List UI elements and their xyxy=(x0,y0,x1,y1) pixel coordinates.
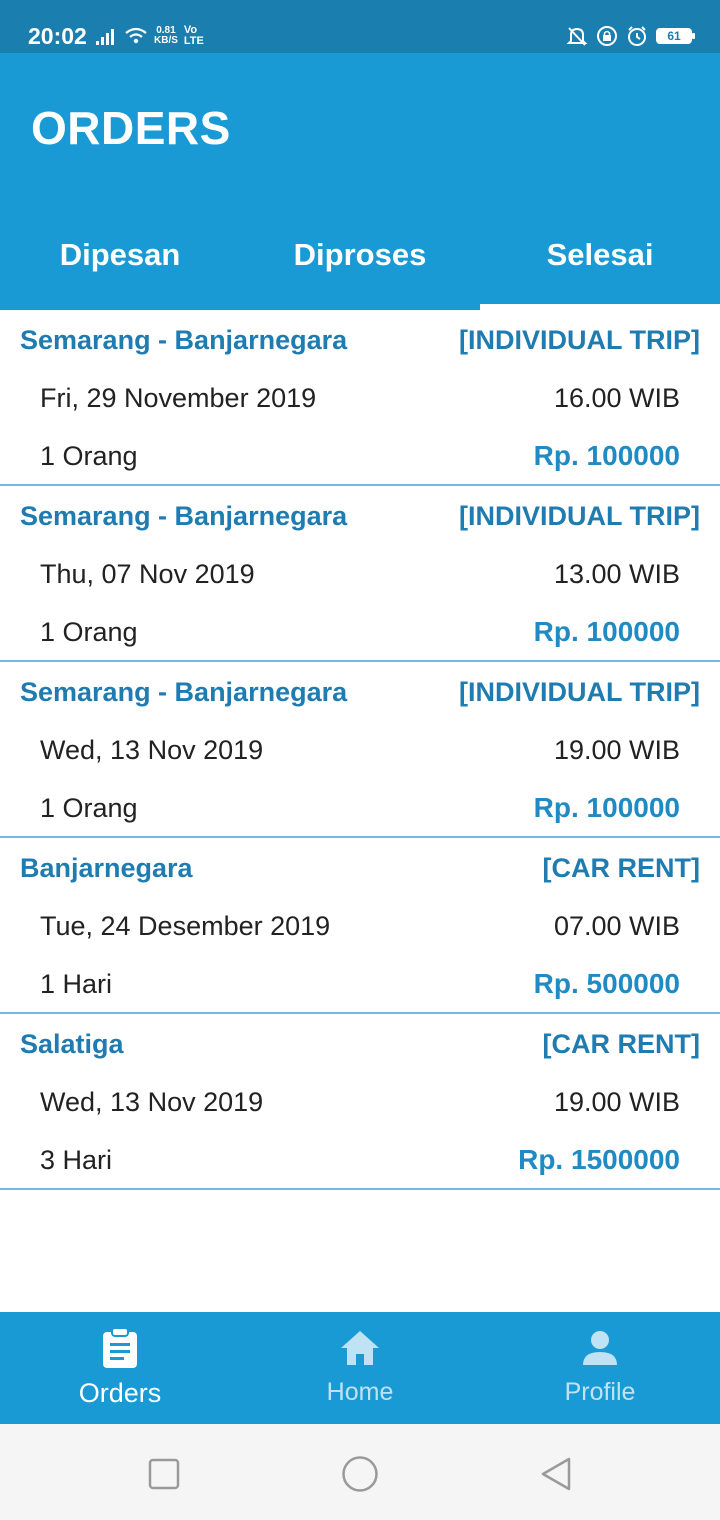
order-quantity: 1 Orang xyxy=(40,616,138,647)
order-type: [INDIVIDUAL TRIP] xyxy=(459,324,700,355)
bottom-navigation: Orders Home Profile xyxy=(0,1312,720,1424)
lock-rotate-icon xyxy=(597,26,617,46)
status-right-icons: 61 xyxy=(566,24,695,48)
app-bar: ORDERS Dipesan Diproses Selesai xyxy=(0,53,720,310)
order-price: Rp. 100000 xyxy=(533,440,680,471)
lte-label: LTE xyxy=(183,35,204,47)
nav-home[interactable]: Home xyxy=(240,1312,480,1424)
home-system-button[interactable] xyxy=(340,1454,380,1494)
orders-list: Semarang - Banjarnegara [INDIVIDUAL TRIP]… xyxy=(0,310,720,1190)
tab-selesai[interactable]: Selesai xyxy=(480,223,720,310)
order-type: [INDIVIDUAL TRIP] xyxy=(459,676,700,707)
order-price: Rp. 500000 xyxy=(533,968,680,999)
network-type: Vo LTE xyxy=(184,25,204,47)
order-item[interactable]: Semarang - Banjarnegara [INDIVIDUAL TRIP]… xyxy=(0,310,720,486)
order-quantity: 1 Orang xyxy=(40,440,138,471)
order-route: Semarang - Banjarnegara xyxy=(20,324,348,355)
order-item[interactable]: Salatiga [CAR RENT] Wed, 13 Nov 2019 19.00… xyxy=(0,1014,720,1190)
nav-orders-label: Orders xyxy=(78,1378,162,1408)
speed-unit: KB/S xyxy=(154,35,178,46)
order-price: Rp. 100000 xyxy=(533,792,680,823)
order-price: Rp. 100000 xyxy=(533,616,680,647)
order-time: 07.00 WIB xyxy=(553,910,680,941)
system-navigation-bar xyxy=(0,1424,720,1520)
back-button[interactable] xyxy=(536,1454,576,1494)
recents-button[interactable] xyxy=(144,1454,184,1494)
wifi-icon xyxy=(125,27,147,44)
home-icon xyxy=(338,1326,382,1370)
bell-off-icon xyxy=(566,27,588,46)
order-time: 13.00 WIB xyxy=(553,558,680,589)
status-left-icons: 0.81 KB/S Vo LTE xyxy=(96,24,204,48)
order-type: [CAR RENT] xyxy=(542,1028,700,1059)
signal-icon xyxy=(96,29,114,45)
clipboard-icon xyxy=(98,1326,142,1370)
order-date: Wed, 13 Nov 2019 xyxy=(40,734,264,765)
order-quantity: 1 Hari xyxy=(40,968,113,999)
order-date: Tue, 24 Desember 2019 xyxy=(40,910,331,941)
order-date: Thu, 07 Nov 2019 xyxy=(40,558,255,589)
alarm-icon xyxy=(628,26,646,46)
order-route: Semarang - Banjarnegara xyxy=(20,500,348,531)
order-date: Wed, 13 Nov 2019 xyxy=(40,1086,264,1117)
order-type: [CAR RENT] xyxy=(542,852,700,883)
order-route: Semarang - Banjarnegara xyxy=(20,676,348,707)
order-time: 19.00 WIB xyxy=(553,734,680,765)
battery-indicator: 61 xyxy=(656,28,695,44)
order-route: Banjarnegara xyxy=(20,852,193,883)
order-time: 16.00 WIB xyxy=(553,382,680,413)
order-route: Salatiga xyxy=(20,1028,124,1059)
order-item[interactable]: Semarang - Banjarnegara [INDIVIDUAL TRIP]… xyxy=(0,662,720,838)
order-quantity: 3 Hari xyxy=(40,1144,113,1175)
order-item[interactable]: Banjarnegara [CAR RENT] Tue, 24 Desember … xyxy=(0,838,720,1014)
triangle-back-icon xyxy=(541,1457,571,1491)
nav-home-label: Home xyxy=(326,1378,394,1406)
nav-profile[interactable]: Profile xyxy=(480,1312,720,1424)
order-quantity: 1 Orang xyxy=(40,792,138,823)
order-type: [INDIVIDUAL TRIP] xyxy=(459,500,700,531)
order-item[interactable]: Semarang - Banjarnegara [INDIVIDUAL TRIP]… xyxy=(0,486,720,662)
page-title: ORDERS xyxy=(31,102,231,154)
order-price: Rp. 1500000 xyxy=(518,1144,680,1175)
network-speed: 0.81 KB/S xyxy=(154,26,178,46)
person-icon xyxy=(578,1326,622,1370)
status-time: 20:02 xyxy=(28,23,87,49)
order-date: Fri, 29 November 2019 xyxy=(40,382,317,413)
square-icon xyxy=(148,1458,180,1490)
order-time: 19.00 WIB xyxy=(553,1086,680,1117)
tab-diproses[interactable]: Diproses xyxy=(240,223,480,310)
status-bar: 20:02 0.81 KB/S Vo LTE 61 xyxy=(0,0,720,53)
tab-bar: Dipesan Diproses Selesai xyxy=(0,223,720,310)
nav-profile-label: Profile xyxy=(564,1378,636,1406)
tab-dipesan[interactable]: Dipesan xyxy=(0,223,240,310)
nav-orders[interactable]: Orders xyxy=(0,1312,240,1424)
circle-icon xyxy=(342,1456,378,1492)
